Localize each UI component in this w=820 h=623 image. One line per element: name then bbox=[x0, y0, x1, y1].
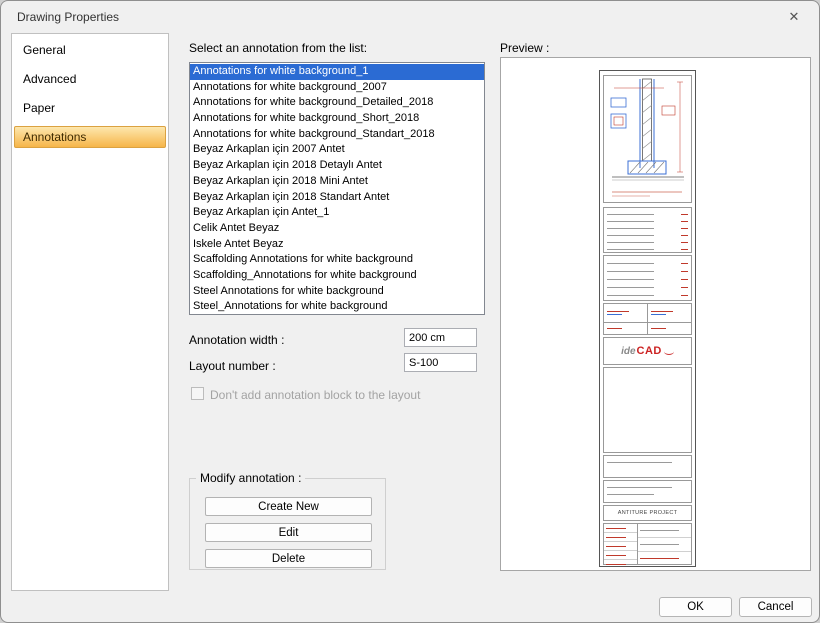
annotation-list-items: Annotations for white background_1Annota… bbox=[190, 64, 484, 315]
annotation-list-item[interactable]: Steel_Annotations for white background bbox=[190, 299, 484, 315]
annotation-list-item[interactable]: Beyaz Arkaplan için 2018 Standart Antet bbox=[190, 190, 484, 206]
decor-line bbox=[604, 484, 691, 491]
annotation-list-item[interactable]: Beyaz Arkaplan için 2018 Detaylı Antet bbox=[190, 158, 484, 174]
decor-line bbox=[604, 246, 691, 253]
titlebar: Drawing Properties ✕ bbox=[1, 1, 819, 31]
decor-line bbox=[604, 524, 638, 564]
logo-ide-text: ide bbox=[621, 346, 635, 357]
annotation-list-item[interactable]: Iskele Antet Beyaz bbox=[190, 237, 484, 253]
annotation-list-item[interactable]: Annotations for white background_Detaile… bbox=[190, 95, 484, 111]
decor-line bbox=[604, 232, 691, 239]
preview-table-2 bbox=[603, 255, 692, 301]
sidebar-item[interactable]: General bbox=[14, 39, 166, 61]
annotation-list-item[interactable]: Annotations for white background_2007 bbox=[190, 80, 484, 96]
decor-line bbox=[604, 239, 691, 246]
preview-drawing-box bbox=[603, 75, 692, 203]
layout-number-label: Layout number : bbox=[189, 359, 276, 373]
preview-label: Preview : bbox=[500, 41, 549, 55]
annotation-list-item[interactable]: Celik Antet Beyaz bbox=[190, 221, 484, 237]
decor-line bbox=[638, 524, 691, 564]
idecad-logo: ideCAD bbox=[603, 337, 692, 365]
modify-annotation-group: Modify annotation : Create New Edit Dele… bbox=[189, 478, 386, 570]
annotation-list-item[interactable]: Annotations for white background_Standar… bbox=[190, 127, 484, 143]
project-title-text: ANTITURE PROJECT bbox=[618, 510, 678, 516]
decor-line bbox=[604, 323, 691, 334]
preview-small-box-1 bbox=[603, 455, 692, 478]
decor-line bbox=[604, 211, 691, 218]
annotation-list-item[interactable]: Annotations for white background_Short_2… bbox=[190, 111, 484, 127]
preview-table-3 bbox=[603, 303, 692, 335]
annotation-list-label: Select an annotation from the list: bbox=[189, 41, 367, 55]
drawing-properties-dialog: Drawing Properties ✕ General Advanced Pape… bbox=[0, 0, 820, 623]
decor-line bbox=[604, 459, 691, 466]
preview-title-block-grid bbox=[603, 523, 692, 565]
annotation-list-item[interactable]: Beyaz Arkaplan için Antet_1 bbox=[190, 205, 484, 221]
annotation-sheet-preview: ideCAD ANTITURE PROJECT bbox=[599, 70, 696, 567]
column-detail-drawing bbox=[604, 76, 691, 202]
annotation-width-label: Annotation width : bbox=[189, 333, 284, 347]
decor-line bbox=[604, 304, 691, 323]
decor-line bbox=[604, 283, 691, 291]
modify-annotation-group-label: Modify annotation : bbox=[196, 471, 305, 485]
create-new-button[interactable]: Create New bbox=[205, 497, 372, 516]
annotation-list-item[interactable]: Beyaz Arkaplan için 2018 Mini Antet bbox=[190, 174, 484, 190]
sidebar: General Advanced Paper Annotations bbox=[11, 33, 169, 591]
cancel-button[interactable]: Cancel bbox=[739, 597, 812, 617]
sidebar-item[interactable]: Annotations bbox=[14, 126, 166, 148]
sidebar-item[interactable]: Advanced bbox=[14, 68, 166, 90]
annotation-width-input[interactable] bbox=[404, 328, 477, 347]
preview-table-1 bbox=[603, 207, 692, 253]
annotation-listbox[interactable]: Annotations for white background_1Annota… bbox=[189, 62, 485, 315]
preview-small-box-2 bbox=[603, 480, 692, 503]
annotation-list-item[interactable]: Scaffolding_Annotations for white backgr… bbox=[190, 268, 484, 284]
logo-swoosh bbox=[664, 348, 674, 355]
decor-line bbox=[604, 225, 691, 232]
annotation-list-item[interactable]: Beyaz Arkaplan için 2007 Antet bbox=[190, 142, 484, 158]
decor-line bbox=[604, 267, 691, 275]
annotation-list-item[interactable]: Annotations for white background_1 bbox=[190, 64, 484, 80]
window-title: Drawing Properties bbox=[17, 10, 119, 24]
ok-button[interactable]: OK bbox=[659, 597, 732, 617]
decor-line bbox=[604, 291, 691, 299]
sidebar-items: General Advanced Paper Annotations bbox=[12, 39, 168, 148]
sidebar-item[interactable]: Paper bbox=[14, 97, 166, 119]
close-icon[interactable]: ✕ bbox=[779, 6, 809, 28]
preview-project-box: ANTITURE PROJECT bbox=[603, 505, 692, 521]
decor-line bbox=[604, 218, 691, 225]
layout-number-input[interactable] bbox=[404, 353, 477, 372]
decor-line bbox=[604, 259, 691, 267]
edit-button[interactable]: Edit bbox=[205, 523, 372, 542]
annotation-list-item[interactable]: Scaffolding Annotations for white backgr… bbox=[190, 252, 484, 268]
logo-cad-text: CAD bbox=[637, 345, 662, 357]
dont-add-annotation-checkbox bbox=[191, 387, 204, 400]
delete-button[interactable]: Delete bbox=[205, 549, 372, 568]
dont-add-annotation-label: Don't add annotation block to the layout bbox=[210, 388, 420, 402]
decor-line bbox=[604, 275, 691, 283]
annotation-list-item[interactable]: Steel Annotations for white background bbox=[190, 284, 484, 300]
decor-line bbox=[604, 491, 691, 498]
preview-panel: ideCAD ANTITURE PROJECT bbox=[500, 57, 811, 571]
preview-empty-box bbox=[603, 367, 692, 453]
